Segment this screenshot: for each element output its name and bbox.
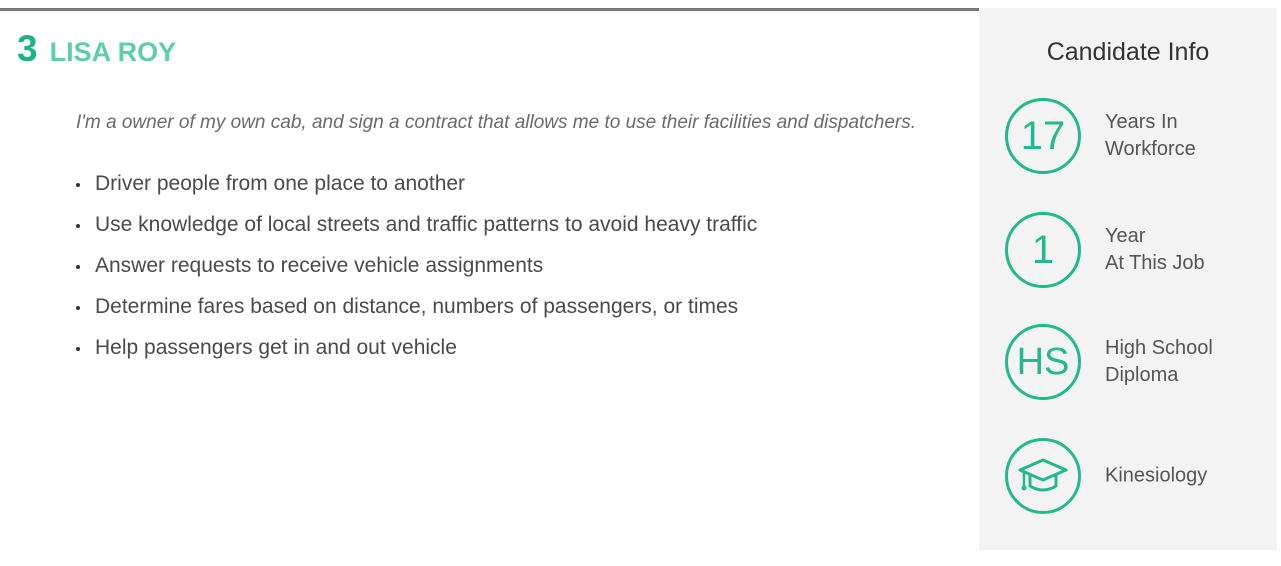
- stat-label-line: Workforce: [1105, 138, 1196, 160]
- duty-item: Answer requests to receive vehicle assig…: [76, 253, 757, 294]
- duty-item: Use knowledge of local streets and traff…: [76, 212, 757, 253]
- candidate-detail: 3 LISA ROY I'm a owner of my own cab, an…: [0, 11, 979, 566]
- stat-years-in-workforce: 17 Years In Workforce: [1005, 98, 1265, 174]
- stat-circle: [1005, 438, 1081, 514]
- stat-label-line: Year: [1105, 225, 1146, 247]
- duty-text: Help passengers get in and out vehicle: [95, 336, 457, 359]
- duty-list: Driver people from one place to another …: [76, 171, 757, 376]
- bullet-icon: [76, 265, 80, 269]
- stat-label-line: At This Job: [1105, 252, 1205, 274]
- stat-label: High School Diploma: [1105, 335, 1213, 389]
- stat-circle: HS: [1005, 324, 1081, 400]
- stat-education-level: HS High School Diploma: [1005, 324, 1265, 400]
- candidate-heading: 3 LISA ROY: [17, 29, 176, 72]
- candidate-info-sidebar: Candidate Info 17 Years In Workforce 1 Y…: [979, 8, 1277, 550]
- duty-text: Driver people from one place to another: [95, 172, 466, 195]
- stat-label: Year At This Job: [1105, 223, 1205, 277]
- bullet-icon: [76, 347, 80, 351]
- stat-circle: 17: [1005, 98, 1081, 174]
- duty-text: Use knowledge of local streets and traff…: [95, 213, 758, 236]
- stat-circle: 1: [1005, 212, 1081, 288]
- duty-text: Answer requests to receive vehicle assig…: [95, 254, 544, 277]
- stat-value: HS: [1016, 340, 1070, 383]
- stat-label-line: Diploma: [1105, 364, 1179, 386]
- stat-label-line: High School: [1105, 337, 1213, 359]
- stat-field-of-study: Kinesiology: [1005, 438, 1265, 514]
- candidate-name[interactable]: LISA ROY: [50, 32, 177, 72]
- stat-label-line: Years In: [1105, 111, 1178, 133]
- stat-years-at-job: 1 Year At This Job: [1005, 212, 1265, 288]
- stat-value: 17: [1020, 113, 1066, 158]
- duty-item: Help passengers get in and out vehicle: [76, 335, 757, 376]
- duty-text: Determine fares based on distance, numbe…: [95, 295, 739, 318]
- candidate-rank: 3: [17, 28, 38, 69]
- duty-item: Driver people from one place to another: [76, 171, 757, 212]
- stat-value: 1: [1031, 227, 1055, 272]
- duty-item: Determine fares based on distance, numbe…: [76, 294, 757, 335]
- stat-label-line: Kinesiology: [1105, 464, 1208, 487]
- bullet-icon: [76, 306, 80, 310]
- bullet-icon: [76, 183, 80, 187]
- bullet-icon: [76, 224, 80, 228]
- candidate-summary: I'm a owner of my own cab, and sign a co…: [76, 112, 917, 133]
- sidebar-title: Candidate Info: [1046, 38, 1210, 66]
- stat-label: Kinesiology: [1105, 463, 1207, 490]
- graduation-cap-icon: [1018, 456, 1068, 496]
- stat-label: Years In Workforce: [1105, 109, 1196, 163]
